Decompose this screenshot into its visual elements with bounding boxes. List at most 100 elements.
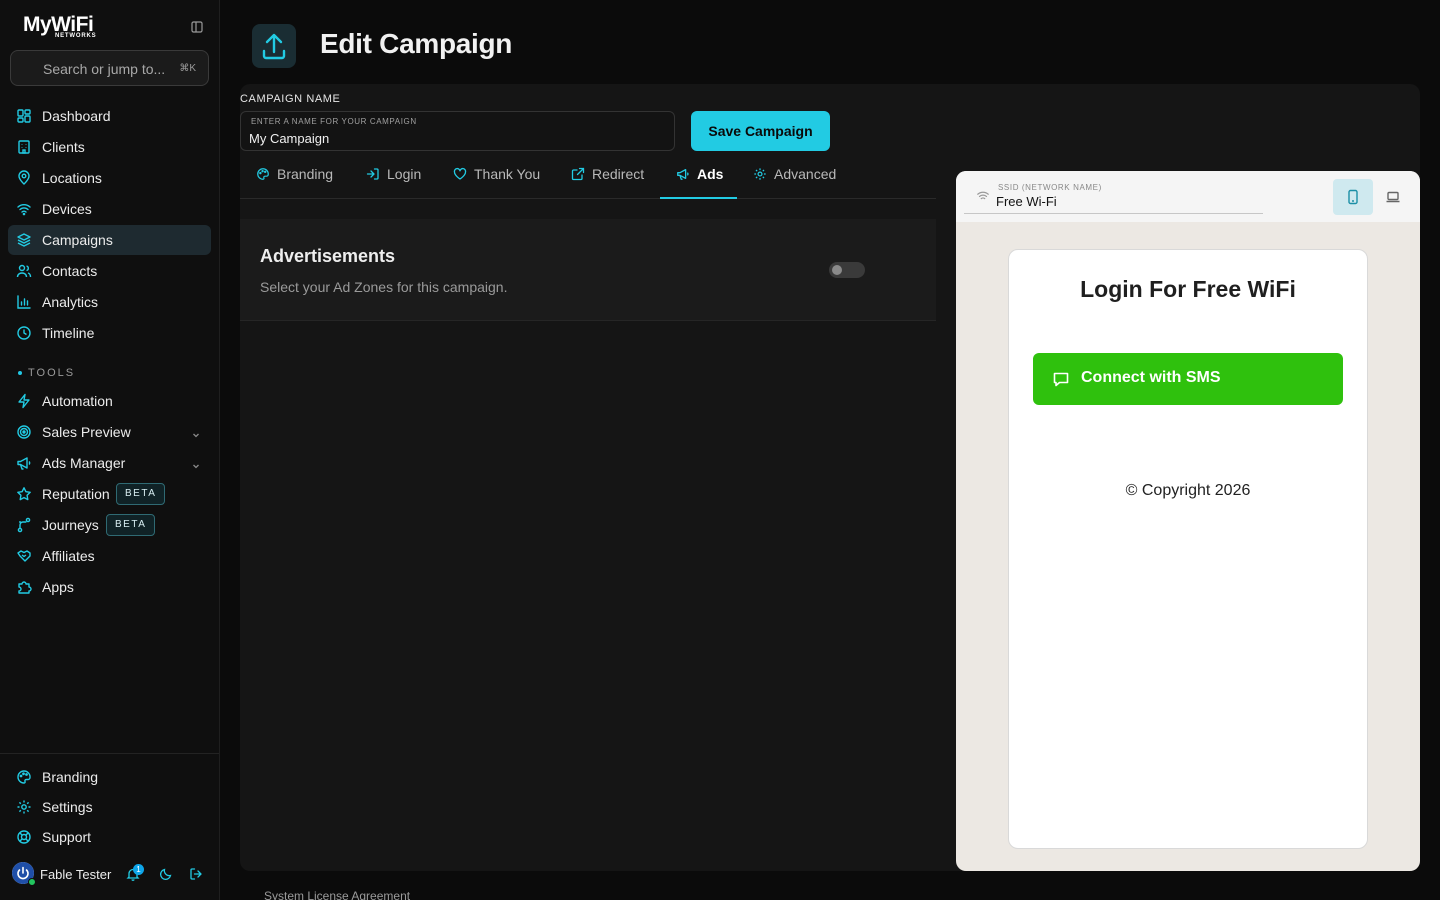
beta-badge: BETA — [116, 483, 166, 505]
palette-icon — [256, 167, 270, 181]
sidebar-item-affiliates[interactable]: Affiliates — [8, 541, 211, 571]
building-icon — [16, 139, 32, 155]
search-input[interactable]: Search or jump to... ⌘K — [10, 50, 209, 86]
sidebar-item-settings[interactable]: Settings — [8, 792, 211, 822]
campaign-name-label: CAMPAIGN NAME — [240, 93, 341, 105]
sidebar-item-dashboard[interactable]: Dashboard — [8, 101, 211, 131]
ads-toggle[interactable] — [829, 262, 865, 278]
upload-icon — [252, 24, 296, 68]
sidebar-item-label: Clients — [42, 139, 85, 155]
sidebar-item-support[interactable]: Support — [8, 822, 211, 852]
location-pin-icon — [16, 170, 32, 186]
sidebar-item-label: Affiliates — [42, 548, 95, 564]
sidebar-item-label: Contacts — [42, 263, 98, 279]
star-icon — [16, 486, 32, 502]
chevron-down-icon[interactable] — [191, 458, 201, 469]
campaign-name-hint: ENTER A NAME FOR YOUR CAMPAIGN — [251, 117, 417, 126]
chevron-down-icon[interactable] — [191, 427, 201, 438]
ssid-label: SSID (NETWORK NAME) — [998, 183, 1102, 192]
sidebar-item-reputation[interactable]: Reputation BETA — [8, 479, 211, 509]
connect-sms-button[interactable]: Connect with SMS — [1033, 353, 1343, 405]
ssid-input[interactable]: Free Wi-Fi — [996, 194, 1057, 209]
tab-label: Branding — [277, 166, 334, 182]
sidebar-item-label: Ads Manager — [42, 455, 126, 471]
campaign-name-field[interactable]: ENTER A NAME FOR YOUR CAMPAIGN — [240, 111, 675, 151]
campaign-tabs: Branding Login Thank You Redirect Ads Ad… — [240, 160, 936, 199]
brand-logo[interactable]: MyWiFi NETWORKS — [23, 14, 97, 40]
tools-dot — [18, 371, 22, 375]
avatar[interactable] — [12, 862, 36, 886]
campaign-name-input[interactable] — [249, 129, 659, 147]
moon-icon[interactable] — [159, 867, 173, 881]
brand-name: MyWiFi — [23, 13, 94, 36]
advertisements-description: Select your Ad Zones for this campaign. — [260, 279, 508, 295]
tab-label: Redirect — [592, 166, 645, 182]
sidebar-item-campaigns[interactable]: Campaigns — [8, 225, 211, 255]
heart-icon — [453, 167, 467, 181]
users-icon — [16, 263, 32, 279]
logout-icon[interactable] — [189, 867, 203, 881]
sidebar-item-sales-preview[interactable]: Sales Preview — [8, 417, 211, 447]
campaign-preview: SSID (NETWORK NAME) Free Wi-Fi Login For… — [956, 171, 1420, 871]
save-campaign-button[interactable]: Save Campaign — [691, 111, 830, 151]
beta-badge: BETA — [106, 514, 156, 536]
user-menu: Fable Tester 1 — [12, 862, 212, 888]
sidebar: MyWiFi NETWORKS Search or jump to... ⌘K … — [0, 0, 220, 900]
sidebar-item-apps[interactable]: Apps — [8, 572, 211, 602]
tab-label: Login — [387, 166, 422, 182]
advertisements-title: Advertisements — [260, 246, 396, 266]
chat-icon — [1053, 372, 1069, 387]
sidebar-item-analytics[interactable]: Analytics — [8, 287, 211, 317]
notification-count: 1 — [133, 864, 144, 875]
megaphone-icon — [676, 167, 690, 181]
sidebar-item-label: Locations — [42, 170, 102, 186]
sidebar-item-devices[interactable]: Devices — [8, 194, 211, 224]
connect-sms-label: Connect with SMS — [1081, 369, 1221, 386]
ssid-underline — [964, 213, 1263, 214]
tab-label: Thank You — [474, 166, 541, 182]
sidebar-item-label: Branding — [42, 769, 99, 785]
clock-icon — [16, 325, 32, 341]
advertisements-card: Advertisements Select your Ad Zones for … — [240, 219, 936, 321]
sidebar-item-ads-manager[interactable]: Ads Manager — [8, 448, 211, 478]
sidebar-item-timeline[interactable]: Timeline — [8, 318, 211, 348]
preview-toolbar: SSID (NETWORK NAME) Free Wi-Fi — [956, 171, 1420, 222]
lifebuoy-icon — [16, 829, 32, 845]
sidebar-item-label: Reputation — [42, 486, 110, 502]
sidebar-item-label: Journeys — [42, 517, 99, 533]
tab-label: Advanced — [774, 166, 837, 182]
sidebar-item-clients[interactable]: Clients — [8, 132, 211, 162]
external-link-icon — [571, 167, 585, 181]
gear-icon — [16, 799, 32, 815]
sidebar-item-contacts[interactable]: Contacts — [8, 256, 211, 286]
sidebar-item-label: Settings — [42, 799, 93, 815]
desktop-preview-button[interactable] — [1373, 179, 1413, 215]
tools-heading: TOOLS — [28, 367, 76, 379]
sidebar-divider — [0, 753, 219, 754]
sidebar-item-locations[interactable]: Locations — [8, 163, 211, 193]
sidebar-item-branding[interactable]: Branding — [8, 762, 211, 792]
search-placeholder: Search or jump to... — [43, 61, 166, 77]
user-name: Fable Tester — [40, 867, 112, 882]
handshake-icon — [16, 548, 32, 564]
preview-copyright: © Copyright 2026 — [1125, 482, 1251, 499]
sidebar-item-label: Timeline — [42, 325, 95, 341]
license-link[interactable]: System License Agreement — [264, 889, 410, 900]
sidebar-collapse-icon[interactable] — [190, 20, 204, 34]
gear-icon — [753, 167, 767, 181]
login-icon — [366, 167, 380, 181]
sidebar-item-automation[interactable]: Automation — [8, 386, 211, 416]
mobile-preview-button[interactable] — [1333, 179, 1373, 215]
laptop-icon — [1386, 191, 1400, 203]
bolt-icon — [16, 393, 32, 409]
dashboard-icon — [16, 108, 32, 124]
page-title: Edit Campaign — [320, 28, 513, 59]
wifi-icon — [16, 201, 32, 217]
sidebar-item-label: Sales Preview — [42, 424, 131, 440]
sidebar-item-label: Apps — [42, 579, 74, 595]
sidebar-item-journeys[interactable]: Journeys BETA — [8, 510, 211, 540]
smartphone-icon — [1348, 189, 1358, 205]
sidebar-item-label: Support — [42, 829, 92, 845]
wifi-icon — [976, 189, 990, 203]
puzzle-icon — [16, 579, 32, 595]
